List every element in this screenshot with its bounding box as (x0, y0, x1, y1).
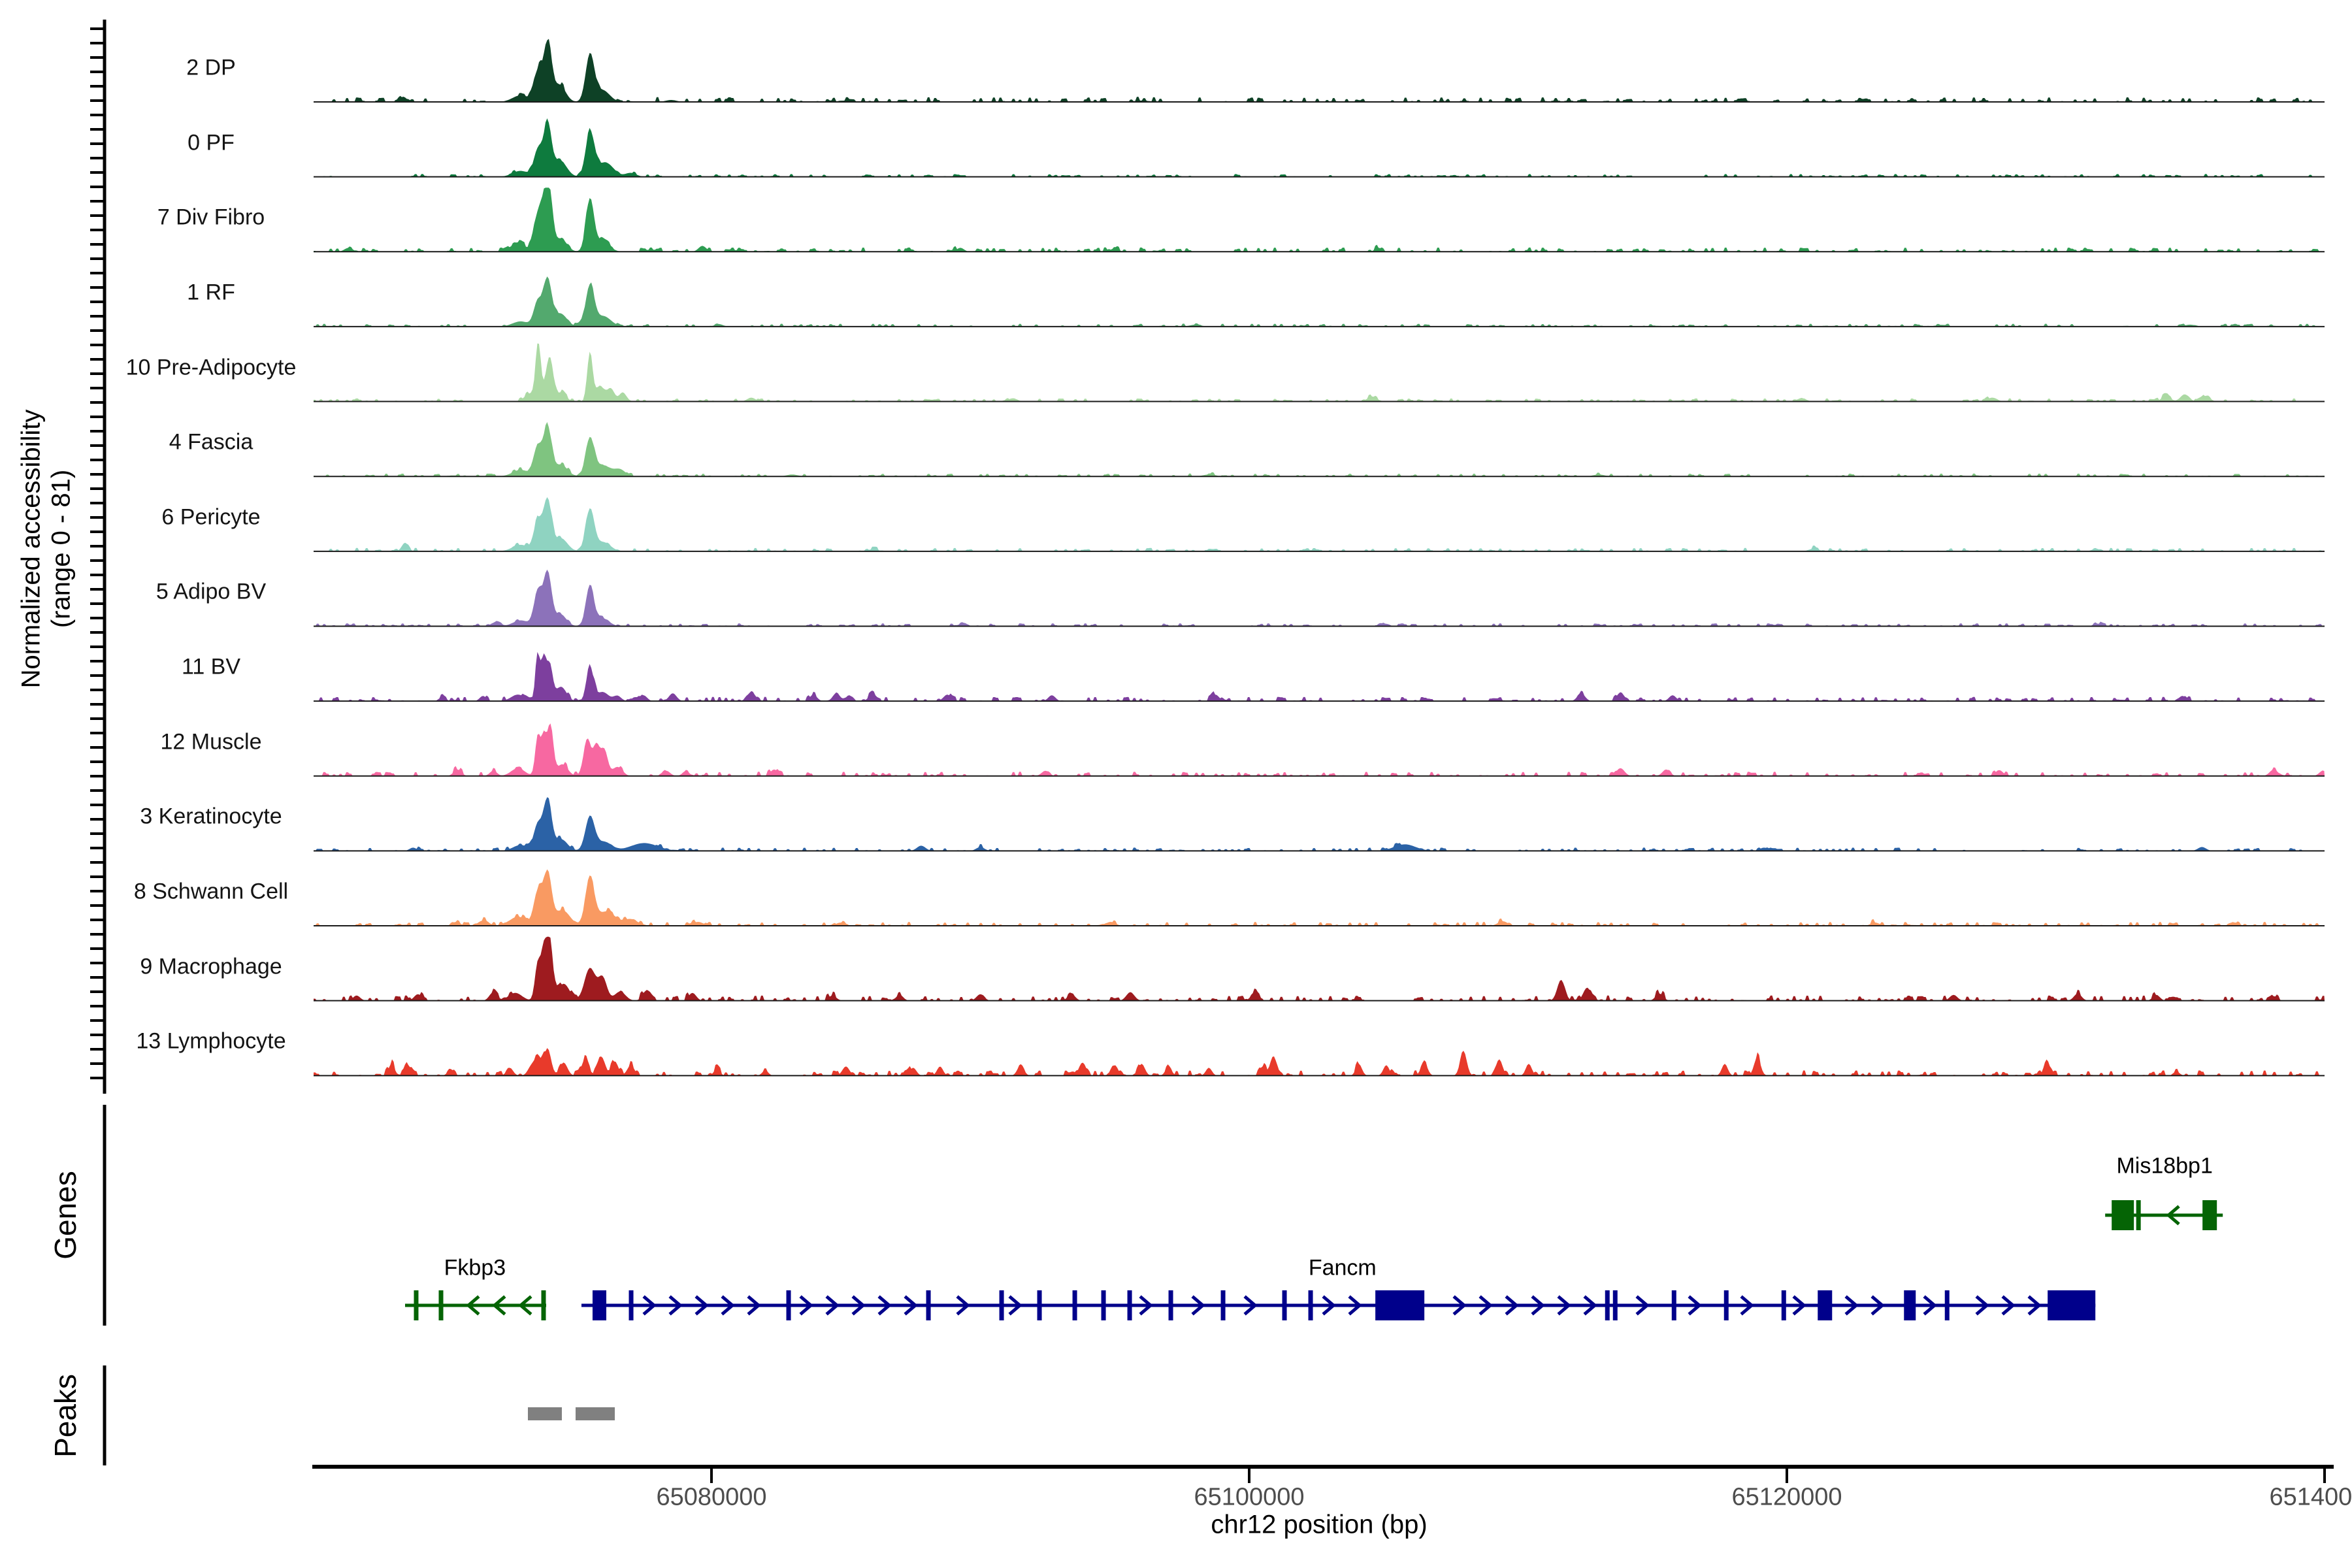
exon-fancm (1073, 1290, 1077, 1320)
track-label: 0 PF (188, 130, 235, 155)
track-label: 3 Keratinocyte (140, 804, 282, 830)
track-label: 1 RF (187, 280, 235, 305)
track-label: 13 Lymphocyte (136, 1029, 286, 1054)
gene-label-fancm: Fancm (1309, 1256, 1377, 1281)
signal-3-keratinocyte (314, 797, 2325, 851)
exon-fancm (1102, 1290, 1106, 1320)
track-label: 12 Muscle (161, 729, 262, 755)
signal-9-macrophage (314, 937, 2325, 1001)
track-label: 2 DP (186, 56, 236, 81)
signal-11-bv (314, 652, 2325, 701)
exon-fancm (1375, 1290, 1424, 1320)
track-label: 4 Fascia (169, 430, 253, 455)
exon-fancm (1000, 1290, 1004, 1320)
exon-fancm (1904, 1290, 1916, 1320)
track-label: 9 Macrophage (140, 954, 282, 979)
exon-fancm (1309, 1290, 1313, 1320)
x-tick-label: 65100000 (1194, 1484, 1304, 1512)
exon-fancm (1945, 1290, 1950, 1320)
signal-1-rf (314, 276, 2325, 327)
peaks-panel-label: Peaks (48, 1374, 83, 1458)
track-label: 11 BV (182, 655, 240, 680)
signal-6-pericyte (314, 497, 2325, 551)
track-label: 8 Schwann Cell (134, 879, 288, 905)
signal-2-dp (314, 39, 2325, 103)
signal-0-pf (314, 118, 2325, 177)
exon-fancm (629, 1290, 634, 1320)
exon-fancm (926, 1290, 931, 1320)
gene-label-mis18bp1: Mis18bp1 (2116, 1154, 2212, 1179)
signal-7-div-fibro (314, 188, 2325, 252)
exon-fancm (593, 1290, 606, 1320)
exon-fkbp3 (439, 1290, 444, 1320)
exon-fancm (787, 1290, 791, 1320)
exon-fancm (1037, 1290, 1042, 1320)
signal-8-schwann-cell (314, 870, 2325, 926)
gene-label-fkbp3: Fkbp3 (444, 1256, 506, 1281)
exon-fancm (1818, 1290, 1832, 1320)
track-label: 10 Pre-Adipocyte (126, 355, 297, 380)
y-axis-label-line1: Normalized accessibility (17, 410, 46, 689)
exon-fancm (1672, 1290, 1676, 1320)
x-tick-label: 65120000 (1731, 1484, 1842, 1512)
signal-12-muscle (314, 723, 2325, 776)
exon-fancm (1782, 1290, 1786, 1320)
signal-5-adipo-bv (314, 570, 2325, 627)
coverage-plot-figure: { "figure": { "y_axis_label_line1": "Nor… (0, 0, 2352, 1568)
track-label: 7 Div Fibro (157, 205, 265, 231)
exon-fancm (1724, 1290, 1729, 1320)
signal-4-fascia (314, 422, 2325, 476)
exon-fancm (1605, 1290, 1610, 1320)
exon-mis18bp1 (2112, 1200, 2134, 1230)
exon-fancm (1169, 1290, 1173, 1320)
peak-region (576, 1407, 615, 1420)
y-axis-label-line2: (range 0 - 81) (47, 470, 76, 628)
plot-canvas (0, 0, 2352, 1568)
peak-region (528, 1407, 562, 1420)
exon-fkbp3 (414, 1290, 418, 1320)
track-label: 6 Pericyte (161, 504, 260, 530)
signal-13-lymphocyte (314, 1048, 2325, 1075)
exon-fkbp3 (541, 1290, 546, 1320)
x-axis-title: chr12 position (bp) (1211, 1511, 1427, 1540)
exon-mis18bp1 (2136, 1200, 2141, 1230)
exon-fancm (1613, 1290, 1618, 1320)
exon-mis18bp1 (2202, 1200, 2217, 1230)
exon-fancm (1128, 1290, 1132, 1320)
exon-fancm (2048, 1290, 2095, 1320)
genes-panel-label: Genes (48, 1171, 83, 1260)
track-label: 5 Adipo BV (156, 580, 266, 605)
exon-fancm (1282, 1290, 1287, 1320)
x-tick-label: 65080000 (656, 1484, 766, 1512)
signal-10-pre-adipocyte (314, 344, 2325, 402)
exon-fancm (1221, 1290, 1226, 1320)
x-tick-label: 65140000 (2269, 1484, 2352, 1512)
